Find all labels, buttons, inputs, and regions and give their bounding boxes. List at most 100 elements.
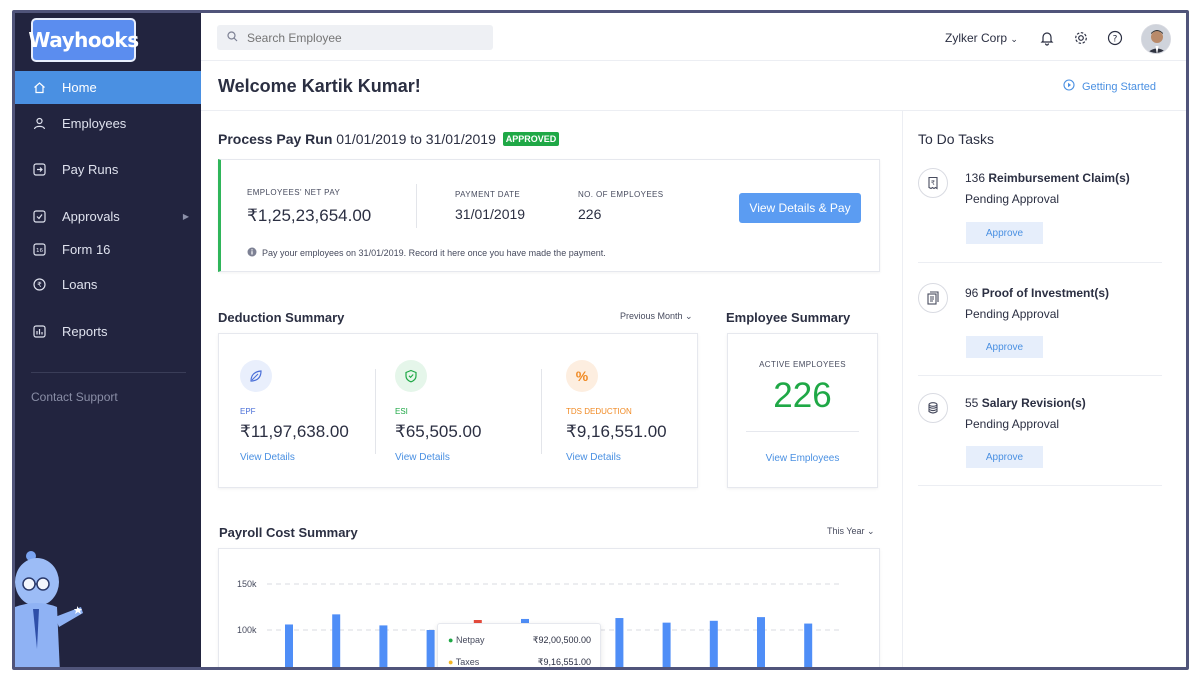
getting-started-label: Getting Started: [1082, 80, 1156, 93]
avatar[interactable]: [1141, 24, 1171, 54]
shield-icon: [395, 360, 427, 392]
search-input[interactable]: [247, 30, 477, 45]
payroll-period-value: This Year: [827, 526, 865, 536]
employee-count-label: NO. OF EMPLOYEES: [578, 190, 664, 199]
bar[interactable]: [332, 614, 341, 670]
bar[interactable]: [379, 625, 388, 670]
approve-button[interactable]: Approve: [966, 336, 1043, 358]
chevron-down-icon: ⌄: [685, 311, 693, 321]
sidebar-item-label: Form 16: [62, 242, 111, 257]
task-count: 96: [965, 286, 979, 300]
app-frame: Wayhooks Home Employees Pay Runs Approva…: [0, 0, 1203, 684]
bar[interactable]: [709, 620, 718, 670]
view-details-pay-button[interactable]: View Details & Pay: [739, 193, 861, 223]
approve-button[interactable]: Approve: [966, 446, 1043, 468]
task-status: Pending Approval: [965, 307, 1060, 321]
person-icon: [32, 117, 46, 131]
column-divider: [902, 111, 903, 667]
tooltip-value: ₹92,00,500.00: [532, 635, 591, 645]
payroll-period-dropdown[interactable]: This Year ⌄: [827, 526, 875, 537]
y-tick-label: 100k: [237, 625, 257, 635]
getting-started-link[interactable]: Getting Started: [1063, 79, 1156, 94]
home-icon: [32, 81, 46, 95]
net-pay-label: EMPLOYEES' NET PAY: [247, 188, 341, 197]
contact-support-link[interactable]: Contact Support: [31, 390, 118, 404]
view-details-link[interactable]: View Details: [240, 452, 295, 463]
divider: [375, 369, 376, 454]
sidebar-item-home[interactable]: Home: [15, 71, 201, 104]
sidebar-item-approvals[interactable]: Approvals ▶: [15, 200, 201, 233]
employee-summary-title: Employee Summary: [726, 310, 851, 325]
payroll-summary-title: Payroll Cost Summary: [219, 525, 358, 540]
payrun-title: Process Pay Run: [218, 131, 333, 147]
sidebar-item-reports[interactable]: Reports: [15, 315, 201, 348]
sidebar: Wayhooks Home Employees Pay Runs Approva…: [15, 13, 201, 667]
bar[interactable]: [804, 623, 813, 670]
coins-icon: [918, 393, 948, 423]
deduction-epf: EPF ₹11,97,638.00 View Details: [240, 334, 390, 489]
sidebar-item-label: Reports: [62, 324, 108, 339]
bell-icon[interactable]: [1039, 30, 1055, 46]
divider: [541, 369, 542, 454]
y-tick-label: 150k: [237, 579, 257, 589]
deduction-period-value: Previous Month: [620, 311, 683, 321]
sidebar-item-employees[interactable]: Employees: [15, 107, 201, 140]
svg-text:?: ?: [1113, 35, 1118, 45]
payment-date-value: 31/01/2019: [455, 206, 526, 222]
deduction-period-dropdown[interactable]: Previous Month ⌄: [620, 311, 693, 322]
deduction-amount: ₹9,16,551.00: [566, 422, 667, 441]
bar[interactable]: [426, 630, 435, 670]
tooltip-label: Netpay: [455, 635, 485, 645]
sidebar-item-loans[interactable]: ₹ Loans: [15, 268, 201, 301]
rupee-circle-icon: ₹: [32, 278, 46, 292]
payrun-period: 01/01/2019 to 31/01/2019: [336, 131, 496, 147]
deduction-summary-title: Deduction Summary: [218, 310, 345, 325]
gear-icon[interactable]: [1073, 30, 1089, 46]
search-box[interactable]: [217, 25, 493, 50]
logo[interactable]: Wayhooks: [28, 18, 139, 62]
chevron-down-icon: ⌄: [1010, 34, 1018, 44]
sidebar-item-pay-runs[interactable]: Pay Runs: [15, 153, 201, 186]
view-details-link[interactable]: View Details: [395, 452, 450, 463]
svg-text:₹: ₹: [37, 281, 42, 289]
view-employees-link[interactable]: View Employees: [728, 453, 877, 464]
deduction-amount: ₹11,97,638.00: [240, 422, 349, 441]
approve-button[interactable]: Approve: [966, 222, 1043, 244]
sidebar-item-form16[interactable]: 16 Form 16: [15, 233, 201, 266]
mascot-illustration: [15, 551, 83, 667]
svg-text:16: 16: [36, 248, 43, 254]
arrow-in-box-icon: [32, 163, 46, 177]
payment-note-text: Pay your employees on 31/01/2019. Record…: [262, 248, 606, 258]
bar[interactable]: [757, 617, 765, 670]
task-text: 96 Proof of Investment(s) Pending Approv…: [965, 283, 1109, 325]
bar[interactable]: [662, 622, 671, 670]
info-icon: [247, 247, 257, 259]
divider: [416, 184, 417, 228]
bar[interactable]: [285, 624, 293, 670]
payment-date-label: PAYMENT DATE: [455, 190, 521, 199]
sidebar-item-label: Pay Runs: [62, 162, 119, 177]
taxes-dot-icon: ●: [448, 657, 454, 667]
bar[interactable]: [615, 618, 624, 670]
search-icon: [227, 29, 238, 47]
active-employees-label: ACTIVE EMPLOYEES: [759, 360, 846, 369]
percent-icon: %: [566, 360, 598, 392]
help-icon[interactable]: ?: [1107, 30, 1123, 46]
app-window: Wayhooks Home Employees Pay Runs Approva…: [12, 10, 1189, 670]
tooltip-row-netpay: ● Netpay: [448, 635, 484, 645]
active-employees-count: 226: [773, 376, 832, 415]
payrun-heading: Process Pay Run 01/01/2019 to 31/01/2019…: [218, 131, 560, 147]
divider: [918, 485, 1162, 486]
view-details-link[interactable]: View Details: [566, 452, 621, 463]
company-name: Zylker Corp: [945, 31, 1008, 45]
payrun-card: EMPLOYEES' NET PAY ₹1,25,23,654.00 PAYME…: [218, 159, 880, 272]
task-name: Reimbursement Claim(s): [988, 171, 1130, 185]
chevron-down-icon: ⌄: [867, 526, 875, 536]
tooltip-label: Taxes: [455, 657, 480, 667]
documents-icon: [918, 283, 948, 313]
sidebar-item-label: Home: [62, 80, 97, 95]
company-switcher[interactable]: Zylker Corp ⌄: [945, 31, 1018, 45]
deduction-tds: % TDS DEDUCTION ₹9,16,551.00 View Detail…: [566, 334, 716, 489]
svg-text:₹: ₹: [931, 179, 935, 187]
task-name: Proof of Investment(s): [981, 286, 1110, 300]
